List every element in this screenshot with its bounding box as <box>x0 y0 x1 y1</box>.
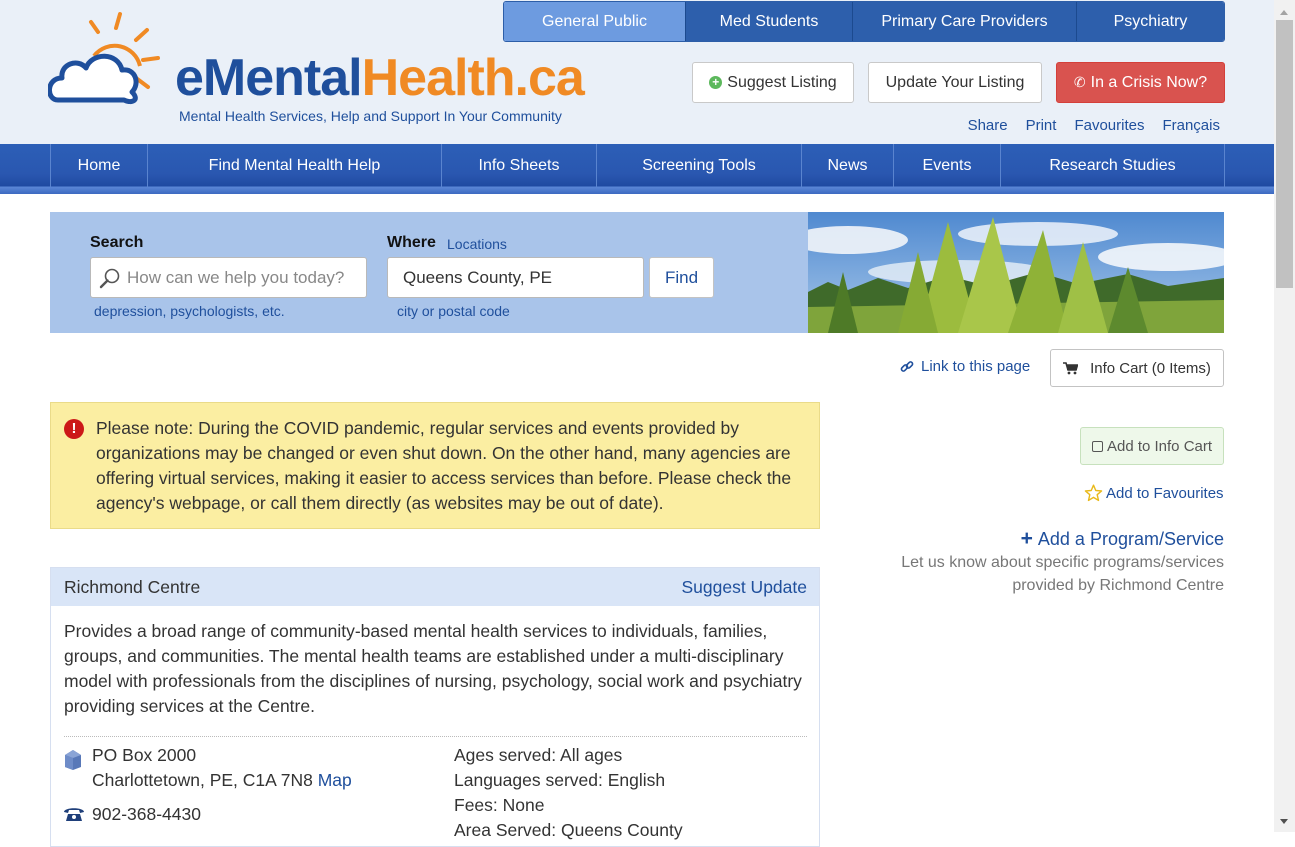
plus-icon: + <box>1020 527 1033 550</box>
listing-card: Richmond Centre Suggest Update Provides … <box>50 567 820 847</box>
nav-find-help[interactable]: Find Mental Health Help <box>147 144 441 187</box>
search-hint: depression, psychologists, etc. <box>94 303 285 319</box>
banner-image <box>808 212 1224 333</box>
search-label: Search <box>90 234 144 251</box>
checkbox-icon <box>1091 440 1103 452</box>
crisis-label: In a Crisis Now? <box>1090 73 1208 91</box>
vertical-scrollbar[interactable] <box>1274 0 1295 832</box>
utility-links: Share Print Favourites Français <box>968 117 1220 134</box>
sun-cloud-logo-icon <box>48 12 160 105</box>
info-cart-label: Info Cart (0 Items) <box>1090 359 1211 377</box>
find-button[interactable]: Find <box>649 257 714 298</box>
phone-icon: ✆ <box>1073 74 1086 90</box>
alert-text: Please note: During the COVID pandemic, … <box>96 418 792 513</box>
ages-served: Ages served: All ages <box>454 745 623 765</box>
favourites-link[interactable]: Favourites <box>1074 117 1144 134</box>
cart-icon <box>1063 361 1079 374</box>
nav-screening-tools[interactable]: Screening Tools <box>596 144 801 187</box>
address-line-1: PO Box 2000 <box>92 745 197 765</box>
nav-news[interactable]: News <box>801 144 893 187</box>
star-icon <box>1084 484 1103 502</box>
listing-description: Provides a broad range of community-base… <box>64 621 802 716</box>
link-to-page[interactable]: Link to this page <box>900 358 1030 375</box>
nav-events[interactable]: Events <box>893 144 1000 187</box>
add-program-label: Add a Program/Service <box>1037 528 1224 549</box>
nav-research-studies[interactable]: Research Studies <box>1000 144 1225 187</box>
crisis-button[interactable]: ✆ In a Crisis Now? <box>1056 62 1225 103</box>
listing-divider <box>64 736 807 737</box>
where-input[interactable]: Queens County, PE <box>387 257 644 298</box>
search-icon <box>99 268 120 289</box>
languages-served: Languages served: English <box>454 770 666 790</box>
add-to-cart-label: Add to Info Cart <box>1106 437 1213 455</box>
scrollbar-thumb[interactable] <box>1276 20 1293 288</box>
listing-header: Richmond Centre Suggest Update <box>51 568 819 606</box>
search-placeholder: How can we help you today? <box>127 267 345 287</box>
covid-alert: ! Please note: During the COVID pandemic… <box>50 402 820 529</box>
area-served: Area Served: Queens County <box>454 820 683 840</box>
main-nav: Home Find Mental Health Help Info Sheets… <box>0 144 1274 194</box>
plus-circle-icon: + <box>709 76 723 89</box>
tab-psychiatry[interactable]: Psychiatry <box>1076 2 1224 41</box>
nav-home[interactable]: Home <box>50 144 147 187</box>
add-to-favourites-link[interactable]: Add to Favourites <box>1084 484 1224 502</box>
search-panel: Search Where Locations How can we help y… <box>50 212 808 333</box>
add-program-link[interactable]: + Add a Program/Service <box>1021 527 1224 551</box>
update-listing-button[interactable]: Update Your Listing <box>868 62 1042 103</box>
audience-tabs: General Public Med Students Primary Care… <box>503 1 1225 42</box>
tab-general-public[interactable]: General Public <box>504 2 685 41</box>
tab-med-students[interactable]: Med Students <box>685 2 852 41</box>
scroll-up-arrow-icon[interactable] <box>1280 10 1288 15</box>
suggest-listing-label: Suggest Listing <box>727 73 837 91</box>
info-cart-button[interactable]: Info Cart (0 Items) <box>1050 349 1224 387</box>
link-to-page-label: Link to this page <box>921 358 1031 375</box>
share-link[interactable]: Share <box>968 117 1008 134</box>
site-tagline: Mental Health Services, Help and Support… <box>179 108 562 124</box>
tab-primary-care-providers[interactable]: Primary Care Providers <box>852 2 1076 41</box>
add-to-favourites-label: Add to Favourites <box>1106 484 1224 502</box>
francais-link[interactable]: Français <box>1162 117 1220 134</box>
telephone-icon <box>64 808 84 821</box>
print-link[interactable]: Print <box>1026 117 1057 134</box>
scroll-down-arrow-icon[interactable] <box>1280 819 1288 824</box>
address-city: Charlottetown, PE, C1A 7N8 <box>92 770 313 790</box>
address-line-2: Charlottetown, PE, C1A 7N8 Map <box>92 770 352 791</box>
add-program-note: Let us know about specific programs/serv… <box>901 554 1224 594</box>
where-label: Where <box>387 234 436 251</box>
search-input[interactable]: How can we help you today? <box>90 257 367 298</box>
nav-info-sheets[interactable]: Info Sheets <box>441 144 596 187</box>
listing-title: Richmond Centre <box>64 577 201 597</box>
where-value: Queens County, PE <box>403 267 552 287</box>
exclamation-icon: ! <box>64 419 84 439</box>
suggest-listing-button[interactable]: + Suggest Listing <box>692 62 854 103</box>
map-link[interactable]: Map <box>318 770 352 790</box>
phone-number[interactable]: 902-368-4430 <box>92 804 201 825</box>
add-to-info-cart-button[interactable]: Add to Info Cart <box>1080 427 1224 465</box>
fees: Fees: None <box>454 795 545 815</box>
locations-link[interactable]: Locations <box>447 236 507 252</box>
house-icon <box>65 750 81 770</box>
link-icon <box>900 360 914 372</box>
suggest-update-link[interactable]: Suggest Update <box>681 577 807 598</box>
logo-wordmark: eMentalHealth.ca <box>175 49 585 107</box>
where-hint: city or postal code <box>397 303 510 319</box>
